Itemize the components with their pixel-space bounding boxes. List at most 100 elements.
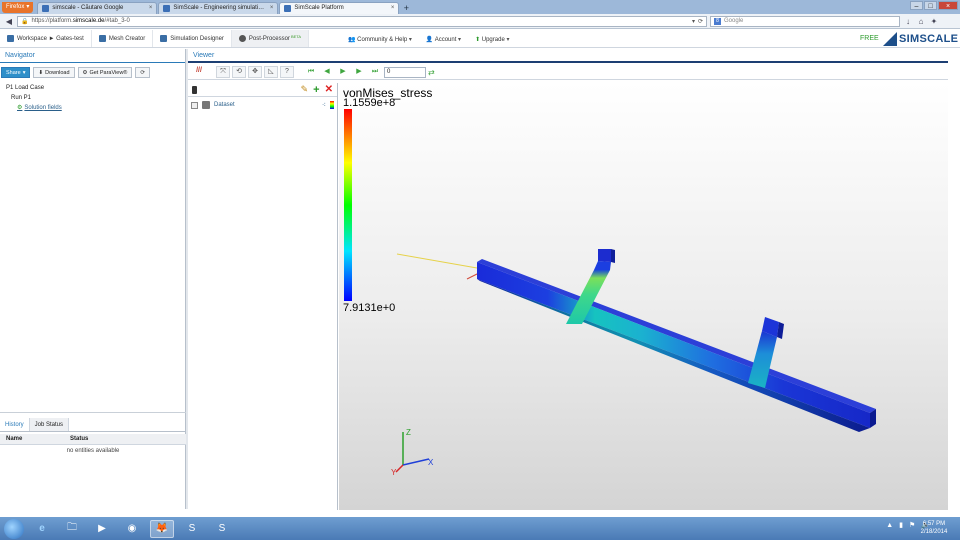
close-tab-icon[interactable]: × [149, 3, 153, 14]
beam-front-face [477, 279, 870, 432]
internet-explorer-icon[interactable]: e [30, 520, 54, 538]
render-viewport[interactable]: Z X Y vonMises_stress 1.1559e+8 7.9131e+… [339, 83, 948, 510]
nav-mesh-creator[interactable]: Mesh Creator [92, 30, 154, 47]
tree-item-run[interactable]: Run P1 [6, 93, 185, 103]
menu-label: Upgrade [481, 36, 505, 43]
tab-job-status[interactable]: Job Status [29, 418, 70, 431]
nav-workspace[interactable]: Workspace ► Gates-test [0, 30, 92, 47]
download-icon[interactable]: ↓ [903, 17, 913, 26]
maximize-icon[interactable]: □ [924, 1, 937, 10]
account-menu[interactable]: 👤 Account [426, 36, 461, 43]
simscale-logo[interactable]: SIMSCALE [883, 32, 958, 46]
close-tab-icon[interactable]: × [391, 3, 395, 14]
skype-icon[interactable]: S [180, 520, 204, 538]
points-icon[interactable]: ⁖ [322, 101, 326, 109]
tab-history[interactable]: History [0, 418, 30, 431]
pan-icon[interactable]: ✥ [248, 66, 262, 78]
support-leg-1-side [611, 249, 615, 263]
nav-label: Post-Processor [248, 35, 290, 42]
play-icon[interactable]: ▶ [336, 66, 350, 78]
menu-label: Community & Help [357, 36, 408, 43]
upgrade-menu[interactable]: ⬆ Upgrade [475, 36, 509, 43]
community-help-menu[interactable]: 👥 Community & Help [348, 36, 412, 43]
first-frame-icon[interactable]: ⏮ [304, 66, 318, 78]
get-paraview-button[interactable]: ⚙ Get ParaView® [77, 67, 133, 78]
navigator-toolbar: Share ▾ ⬇ Download ⚙ Get ParaView® ⟳ [0, 65, 185, 80]
tree-item-solution-fields[interactable]: ⚙ Solution fields [6, 103, 185, 113]
colormap-icon[interactable] [330, 101, 334, 109]
new-tab-button[interactable]: + [400, 3, 412, 14]
search-engine-icon[interactable]: 8 [714, 17, 721, 25]
chevron-down-icon: ▾ [26, 4, 30, 10]
ruler-icon[interactable]: ◺ [264, 66, 278, 78]
minimize-icon[interactable]: – [910, 1, 923, 10]
orientation-axes-icon: Z X Y [391, 428, 434, 477]
beta-badge: BETA [290, 33, 302, 39]
panel-divider[interactable] [0, 412, 186, 416]
workspace-icon [7, 35, 14, 42]
nav-label: Mesh Creator [108, 35, 146, 42]
clock-time: 6:57 PM [922, 521, 946, 527]
help-icon[interactable]: ? [280, 66, 294, 78]
delete-icon[interactable]: ✕ [325, 84, 333, 95]
panel-toggle-icon[interactable] [192, 85, 197, 94]
url-suffix: /#tab_3-0 [104, 18, 130, 24]
file-explorer-icon[interactable]: 🗀 [60, 520, 84, 538]
browser-tab-simscale-platform[interactable]: SimScale Platform × [279, 2, 400, 14]
tree-item-load-case[interactable]: P1 Load Case [6, 83, 185, 93]
tree-item-label: Solution fields [24, 105, 62, 111]
visibility-checkbox[interactable] [191, 101, 198, 109]
share-button[interactable]: Share ▾ [1, 67, 31, 78]
network-icon[interactable]: ▮ [899, 521, 903, 529]
x-axis-arrow [402, 458, 430, 466]
address-bar[interactable]: 🔒 https://platform.simscale.de/#tab_3-0 … [17, 15, 707, 27]
firefox-menu-button[interactable]: Firefox ▾ [2, 2, 34, 13]
last-frame-icon[interactable]: ⏭ [368, 66, 382, 78]
refresh-button[interactable]: ⟳ [135, 67, 150, 78]
firefox-icon[interactable]: 🦊 [150, 519, 174, 538]
column-name[interactable]: Name [0, 434, 70, 444]
viewer-title: Viewer [188, 49, 948, 63]
addon-icon[interactable]: ✦ [929, 17, 939, 26]
dropdown-arrow-icon[interactable]: ▾ [692, 18, 695, 25]
reload-icon[interactable]: ⟳ [698, 18, 703, 25]
pipeline-panel: ✎ + ✕ Dataset ⁖ [188, 83, 338, 510]
frame-input[interactable]: 0 [384, 66, 426, 78]
support-leg-1-cap [598, 249, 611, 262]
colorbar-min-label: 7.9131e+0 [343, 302, 396, 314]
nav-simulation-designer[interactable]: Simulation Designer [153, 30, 232, 47]
pipeline-item-dataset[interactable]: Dataset ⁖ [188, 97, 337, 113]
mesh-icon [98, 35, 106, 42]
skype-chat-icon[interactable]: S [210, 520, 234, 538]
viewer-toolbar: /// ⤧ ⟲ ✥ ◺ ? ⏮ ◀ ▶ ▶ ⏭ 0 ⇄ [188, 65, 948, 80]
start-button[interactable] [4, 518, 24, 539]
beam-top-edge [477, 259, 876, 413]
clock[interactable]: 6:57 PM 2/18/2014 [914, 520, 954, 536]
next-frame-icon[interactable]: ▶ [352, 66, 366, 78]
browser-tab-simscale-site[interactable]: SimScale - Engineering simulation in ...… [158, 2, 279, 14]
media-player-icon[interactable]: ▶ [90, 520, 114, 538]
add-icon[interactable]: + [313, 84, 319, 96]
reset-camera-icon[interactable]: ⤧ [216, 66, 230, 78]
search-box[interactable]: 8 Google [710, 15, 900, 27]
edit-icon[interactable]: ✎ [301, 84, 309, 95]
column-status[interactable]: Status [70, 434, 186, 444]
paraview-icon: ⚙ [82, 69, 88, 76]
rotate-icon[interactable]: ⟲ [232, 66, 246, 78]
chrome-icon[interactable]: ◉ [120, 520, 144, 538]
download-button[interactable]: ⬇ Download [33, 67, 75, 78]
home-icon[interactable]: ⌂ [916, 17, 926, 26]
close-tab-icon[interactable]: × [270, 3, 274, 14]
loop-icon[interactable]: ⇄ [428, 68, 435, 77]
nav-label: Simulation Designer [170, 35, 224, 42]
close-window-icon[interactable]: × [938, 1, 958, 10]
browser-nav-bar: ◀ 🔒 https://platform.simscale.de/#tab_3-… [0, 14, 960, 29]
nav-post-processor[interactable]: Post-Processor BETA [231, 30, 310, 47]
browser-tab-google[interactable]: simscale - Căutare Google × [37, 2, 158, 14]
back-arrow-icon[interactable]: ◀ [4, 17, 14, 26]
dataset-icon [202, 101, 210, 109]
previous-frame-icon[interactable]: ◀ [320, 66, 334, 78]
simulation-icon [160, 35, 168, 42]
tray-arrow-icon[interactable]: ▲ [886, 522, 893, 529]
y-axis-arrow [395, 464, 404, 473]
